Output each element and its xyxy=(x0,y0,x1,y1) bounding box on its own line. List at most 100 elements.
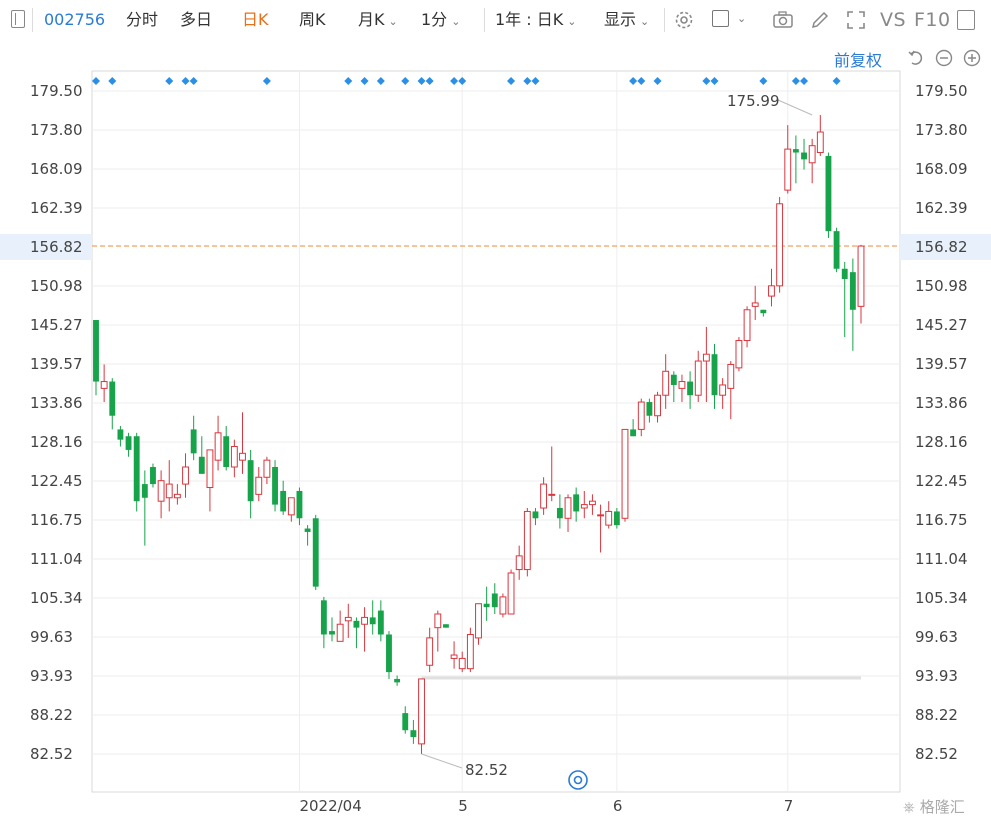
camera-icon[interactable] xyxy=(772,9,794,31)
candle-body-up xyxy=(540,483,548,509)
price-adjustment-selector[interactable]: 前复权 xyxy=(834,47,882,71)
candle-body-down xyxy=(198,456,205,474)
event-marker-diamond xyxy=(344,77,353,85)
panel-layout-icon[interactable] xyxy=(957,10,975,30)
event-marker-diamond xyxy=(800,77,809,85)
y-tick-label-left: 105.34 xyxy=(30,589,83,607)
candle-body-up xyxy=(255,476,263,495)
y-tick-label-left: 145.27 xyxy=(30,316,83,334)
display-select-label: 显示 xyxy=(604,10,637,29)
y-tick-label-left: 168.09 xyxy=(30,160,83,178)
y-tick-label-right: 105.34 xyxy=(915,589,968,607)
candle-body-up xyxy=(336,623,344,642)
y-tick-label-right: 168.09 xyxy=(915,160,968,178)
candle-body-down xyxy=(141,484,148,498)
plot-frame xyxy=(91,70,901,793)
candle-body-down xyxy=(329,631,335,635)
stock-code[interactable]: 002756 xyxy=(44,0,105,40)
tab-duori[interactable]: 多日 xyxy=(180,0,212,40)
candle-body-up xyxy=(548,493,556,496)
tab-fenshi[interactable]: 分时 xyxy=(126,0,158,40)
y-tick-label-left: 111.04 xyxy=(30,550,83,568)
tab-monthly-k-dropdown[interactable]: 月K ⌄ xyxy=(358,0,398,40)
candle-body-down xyxy=(223,436,230,468)
event-marker-diamond xyxy=(425,77,434,85)
candle-body-up xyxy=(182,466,189,485)
zoom-out-icon[interactable] xyxy=(935,49,953,67)
tab-weekly-k[interactable]: 周K xyxy=(299,0,326,40)
y-tick-label-right: 99.63 xyxy=(915,628,958,646)
candle-body-up xyxy=(637,401,645,430)
zoom-in-icon[interactable] xyxy=(963,49,981,67)
candle-body-up xyxy=(466,633,474,670)
candle-body-down xyxy=(646,402,653,416)
candle-body-up xyxy=(426,637,434,666)
candle-body-up xyxy=(214,432,222,461)
x-tick-label: 2022/04 xyxy=(299,797,361,815)
candle-body-up xyxy=(702,353,710,362)
reset-undo-icon[interactable] xyxy=(907,49,925,67)
y-tick-label-left: 128.16 xyxy=(30,433,83,451)
toolbar-divider xyxy=(32,8,33,32)
candle-body-up xyxy=(165,483,173,499)
candle-body-down xyxy=(491,593,498,608)
y-tick-label-right: 82.52 xyxy=(915,745,958,763)
y-tick-label-left: 179.50 xyxy=(30,82,83,100)
candle-body-up xyxy=(727,363,735,389)
candle-body-down xyxy=(150,467,156,485)
event-marker-diamond xyxy=(92,77,100,85)
y-tick-label-left: 122.45 xyxy=(30,472,83,490)
candle-body-down xyxy=(320,600,327,635)
event-marker-diamond xyxy=(791,77,800,85)
range-select[interactable]: 1年 : 日K ⌄ xyxy=(495,0,576,40)
candle-body-down xyxy=(304,528,311,532)
tab-monthly-k-label: 月K xyxy=(358,10,385,29)
y-tick-label-left: 150.98 xyxy=(30,277,83,295)
candle-body-up xyxy=(564,497,572,519)
candle-body-up xyxy=(157,480,165,502)
y-tick-label-right: 122.45 xyxy=(915,472,968,490)
candle-body-up xyxy=(776,203,784,287)
event-marker-diamond xyxy=(653,77,662,85)
event-marker-diamond xyxy=(710,77,719,85)
candlestick-chart[interactable]: 179.50 179.50 173.80 173.80 168.09 168.09 162.… xyxy=(0,0,991,826)
candle-body-down xyxy=(841,268,848,280)
candle-body-down xyxy=(443,624,449,628)
sidebar-toggle-icon[interactable] xyxy=(11,10,25,28)
y-tick-label-left: 156.82 xyxy=(30,238,83,256)
candle-body-down xyxy=(532,511,539,519)
candle-body-down xyxy=(109,381,116,416)
x-tick-label: 6 xyxy=(613,797,623,815)
y-tick-label-left: 93.93 xyxy=(30,667,73,685)
y-tick-label-right: 128.16 xyxy=(915,433,968,451)
event-marker-diamond xyxy=(832,77,841,85)
f10-button[interactable]: F10 xyxy=(914,0,951,40)
chevron-down-icon: ⌄ xyxy=(451,15,461,28)
event-marker-diamond xyxy=(637,77,646,85)
candle-body-down xyxy=(483,603,490,608)
candle-body-up xyxy=(418,678,425,745)
fullscreen-icon[interactable] xyxy=(845,9,867,31)
candle-body-up xyxy=(344,616,352,622)
candle-body-up xyxy=(239,452,246,461)
settings-gear-icon[interactable] xyxy=(673,9,695,31)
color-box-icon[interactable] xyxy=(712,10,729,27)
candle-body-up xyxy=(751,302,759,307)
tab-daily-k[interactable]: 日K xyxy=(242,0,269,40)
candle-body-down xyxy=(833,231,840,269)
candle-body-down xyxy=(247,460,254,502)
vs-compare-button[interactable]: VS xyxy=(880,0,906,40)
display-select[interactable]: 显示 ⌄ xyxy=(604,0,649,40)
event-marker-diamond xyxy=(523,77,532,85)
candle-body-up xyxy=(287,497,295,516)
candle-body-up xyxy=(450,654,458,659)
event-marker-diamond xyxy=(360,77,369,85)
event-marker-diamond xyxy=(108,77,117,85)
event-marker-diamond xyxy=(629,77,638,85)
chevron-down-icon[interactable]: ⌄ xyxy=(737,12,746,25)
candle-body-up xyxy=(361,616,368,625)
candle-body-down xyxy=(190,429,197,454)
event-marker-diamond xyxy=(702,77,711,85)
tab-1min-dropdown[interactable]: 1分 ⌄ xyxy=(421,0,460,40)
pen-draw-icon[interactable] xyxy=(809,9,831,31)
